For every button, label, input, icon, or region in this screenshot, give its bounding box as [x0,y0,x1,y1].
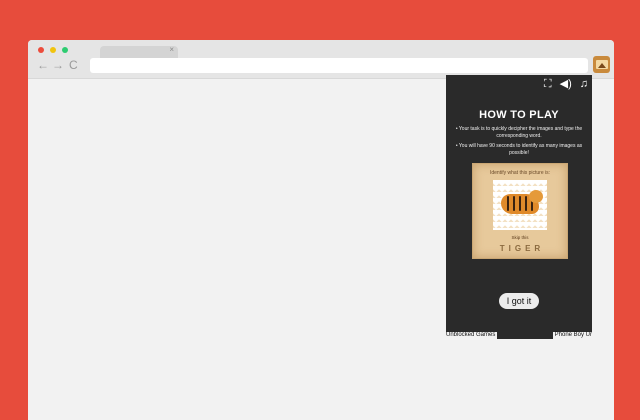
example-prompt: Identify what this picture is: [489,170,551,176]
browser-toolbar: × ← → C [28,40,614,79]
got-it-button[interactable]: I got it [499,293,539,309]
rule-text: • Your task is to quickly decipher the i… [455,126,583,139]
maximize-window-dot[interactable] [62,47,68,53]
forward-arrow-icon[interactable]: → [52,59,64,71]
how-to-play-popup: ⛶ ◀) ♫ HOW TO PLAY • Your task is to qui… [446,75,592,339]
browser-tab[interactable]: × [100,45,178,58]
music-icon[interactable]: ♫ [580,77,588,91]
fullscreen-icon[interactable]: ⛶ [544,77,552,91]
footer-link-phone[interactable]: Phone Boy Ur [552,332,592,339]
tab-close-icon[interactable]: × [169,45,174,54]
sound-icon[interactable]: ◀) [560,77,572,91]
address-bar[interactable] [90,58,588,73]
popup-title: HOW TO PLAY [479,109,559,121]
footer-link-games[interactable]: Unblocked Games [446,332,498,339]
tiger-image [493,180,547,230]
example-answer: TIGER [499,244,545,253]
minimize-window-dot[interactable] [50,47,56,53]
back-arrow-icon[interactable]: ← [37,59,49,71]
example-card: Identify what this picture is: Skip this… [472,163,568,259]
picture-frame-icon[interactable] [593,56,610,73]
popup-controls: ⛶ ◀) ♫ [544,77,588,91]
skip-link: Skip this [511,235,529,240]
rule-text: • You will have 90 seconds to identify a… [455,143,583,156]
close-window-dot[interactable] [38,47,44,53]
reload-icon[interactable]: C [69,59,78,71]
